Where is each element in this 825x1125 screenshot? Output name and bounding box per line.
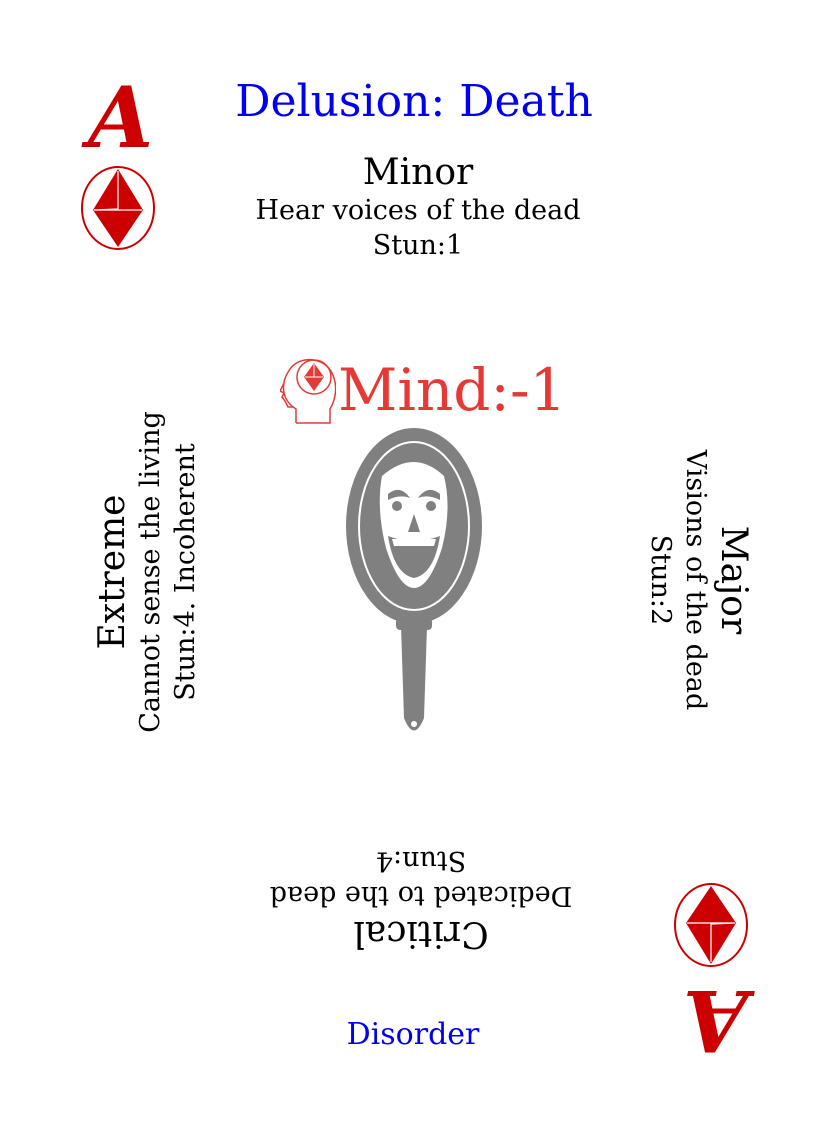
card-title: Delusion: Death xyxy=(235,76,593,127)
diamond-suit-icon xyxy=(673,878,749,968)
level-stun: Stun:4. Incoherent xyxy=(169,443,201,701)
level-effect: Dedicated to the dead xyxy=(269,880,573,912)
card-type-label: Disorder xyxy=(346,1017,480,1052)
rank-top-left: A xyxy=(88,68,154,167)
level-effect: Cannot sense the living xyxy=(134,411,166,733)
level-stun: Stun:2 xyxy=(645,534,677,626)
haunted-hand-mirror-icon xyxy=(344,428,484,744)
level-minor: Minor Hear voices of the dead Stun:1 xyxy=(255,153,580,263)
rank-bottom-right: A xyxy=(683,971,749,1070)
level-name: Major xyxy=(712,525,754,635)
level-name: Extreme xyxy=(92,494,134,650)
level-effect: Hear voices of the dead xyxy=(255,194,581,226)
level-effect: Visions of the dead xyxy=(680,449,712,711)
level-critical: Critical Dedicated to the dead Stun:4 xyxy=(269,843,573,954)
level-stun: Stun:4 xyxy=(375,845,467,877)
diamond-suit-icon xyxy=(80,165,156,255)
level-name: Minor xyxy=(362,152,474,193)
level-stun: Stun:1 xyxy=(372,229,464,261)
mind-label: Mind:-1 xyxy=(338,356,567,424)
level-name: Critical xyxy=(353,912,489,954)
mind-stat: Mind:-1 xyxy=(280,355,566,425)
level-major: Major Visions of the dead Stun:2 xyxy=(643,449,754,711)
level-extreme: Extreme Cannot sense the living Stun:4. … xyxy=(92,411,203,733)
head-diamond-icon xyxy=(280,359,336,424)
